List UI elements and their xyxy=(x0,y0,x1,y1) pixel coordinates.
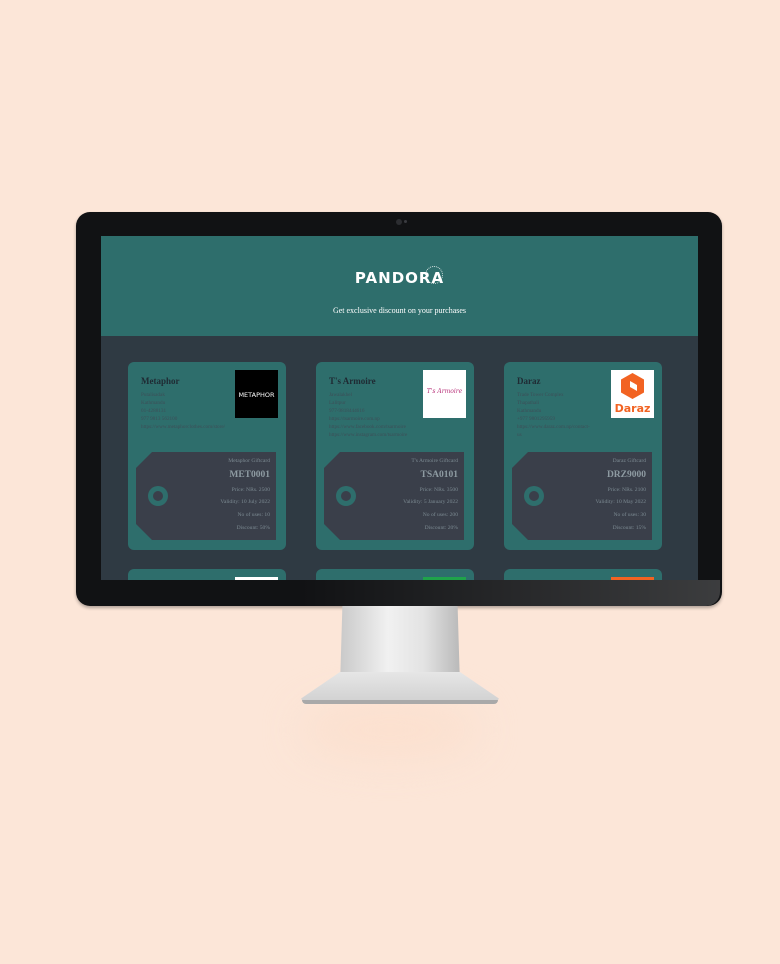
store-info-line[interactable]: us xyxy=(517,431,627,439)
giftcard-price: Price: NRs. 3500 xyxy=(419,487,458,493)
metaphor-logo: METAPHOR xyxy=(235,370,278,418)
giftcard-title: Metaphor Giftcard xyxy=(228,458,270,464)
floor-glow xyxy=(300,700,480,760)
store-logo-partial xyxy=(423,577,466,580)
store-name: T's Armoire xyxy=(329,376,376,386)
brand-logo[interactable]: PANDORA xyxy=(101,269,698,287)
giftcard-uses: No of uses: 10 xyxy=(237,512,270,518)
giftcard-uses: No of uses: 30 xyxy=(613,512,646,518)
giftcard-title: T's Armoire Giftcard xyxy=(411,458,458,464)
giftcard-code: TSA0101 xyxy=(420,470,458,480)
store-card-ts-armoire[interactable]: T's Armoire Jawalakhel Lalitpur 977-9818… xyxy=(316,362,474,550)
giftcard-code: MET0001 xyxy=(229,470,270,480)
giftcard-validity: Validity: 5 January 2022 xyxy=(403,499,458,505)
giftcard-discount: Discount: 50% xyxy=(236,525,270,531)
store-card-metaphor[interactable]: Metaphor Putalisadak Kathmandu 01-428813… xyxy=(128,362,286,550)
store-info-line[interactable]: https://www.instagram.com/tsarmoire xyxy=(329,431,439,439)
brand-ring-icon xyxy=(425,266,443,284)
monitor-screen: PANDORA Get exclusive discount on your p… xyxy=(101,236,698,580)
ts-armoire-logo: T's Armoire xyxy=(423,370,466,418)
logo-text: METAPHOR xyxy=(238,391,275,399)
giftcard-price: Price: NRs. 2500 xyxy=(231,487,270,493)
bezel-reflection xyxy=(300,580,720,606)
giftcard-code: DRZ9000 xyxy=(606,470,646,480)
giftcard-discount: Discount: 15% xyxy=(612,525,646,531)
giftcard-tag[interactable]: Metaphor Giftcard MET0001 Price: NRs. 25… xyxy=(136,452,276,540)
logo-text: Daraz xyxy=(614,402,651,415)
giftcard-title: Daraz Giftcard xyxy=(612,458,646,464)
store-logo-partial xyxy=(235,577,278,580)
store-card-partial[interactable] xyxy=(128,569,286,580)
daraz-logo: Daraz xyxy=(611,370,654,418)
store-name: Metaphor xyxy=(141,376,180,386)
giftcard-uses: No of uses: 200 xyxy=(422,512,458,518)
giftcard-tag[interactable]: T's Armoire Giftcard TSA0101 Price: NRs.… xyxy=(324,452,464,540)
camera-sensor-icon xyxy=(404,220,407,223)
giftcard-validity: Validity: 10 May 2022 xyxy=(595,499,647,505)
giftcard-discount: Discount: 20% xyxy=(424,525,458,531)
monitor-stand-edge xyxy=(302,700,498,704)
store-info-line[interactable]: https://www.facebook.com/tsarmoire xyxy=(329,423,439,431)
store-logo-partial xyxy=(611,577,654,580)
store-card-partial[interactable] xyxy=(504,569,662,580)
logo-text: T's Armoire xyxy=(426,388,463,395)
store-info-line[interactable]: https://www.daraz.com.np/contact- xyxy=(517,423,627,431)
site-header: PANDORA Get exclusive discount on your p… xyxy=(101,236,698,336)
giftcard-validity: Validity: 10 July 2022 xyxy=(220,499,270,505)
giftcard-price: Price: NRs. 2100 xyxy=(607,487,646,493)
store-card-partial[interactable] xyxy=(316,569,474,580)
store-name: Daraz xyxy=(517,376,541,386)
tagline: Get exclusive discount on your purchases xyxy=(332,306,467,315)
camera-icon xyxy=(396,219,402,225)
store-info-line[interactable]: https://www.metaphorclothes.com/store/ xyxy=(141,423,251,431)
store-card-daraz[interactable]: Daraz Trade Tower Complex Thapathali Kat… xyxy=(504,362,662,550)
giftcard-tag[interactable]: Daraz Giftcard DRZ9000 Price: NRs. 2100 … xyxy=(512,452,652,540)
